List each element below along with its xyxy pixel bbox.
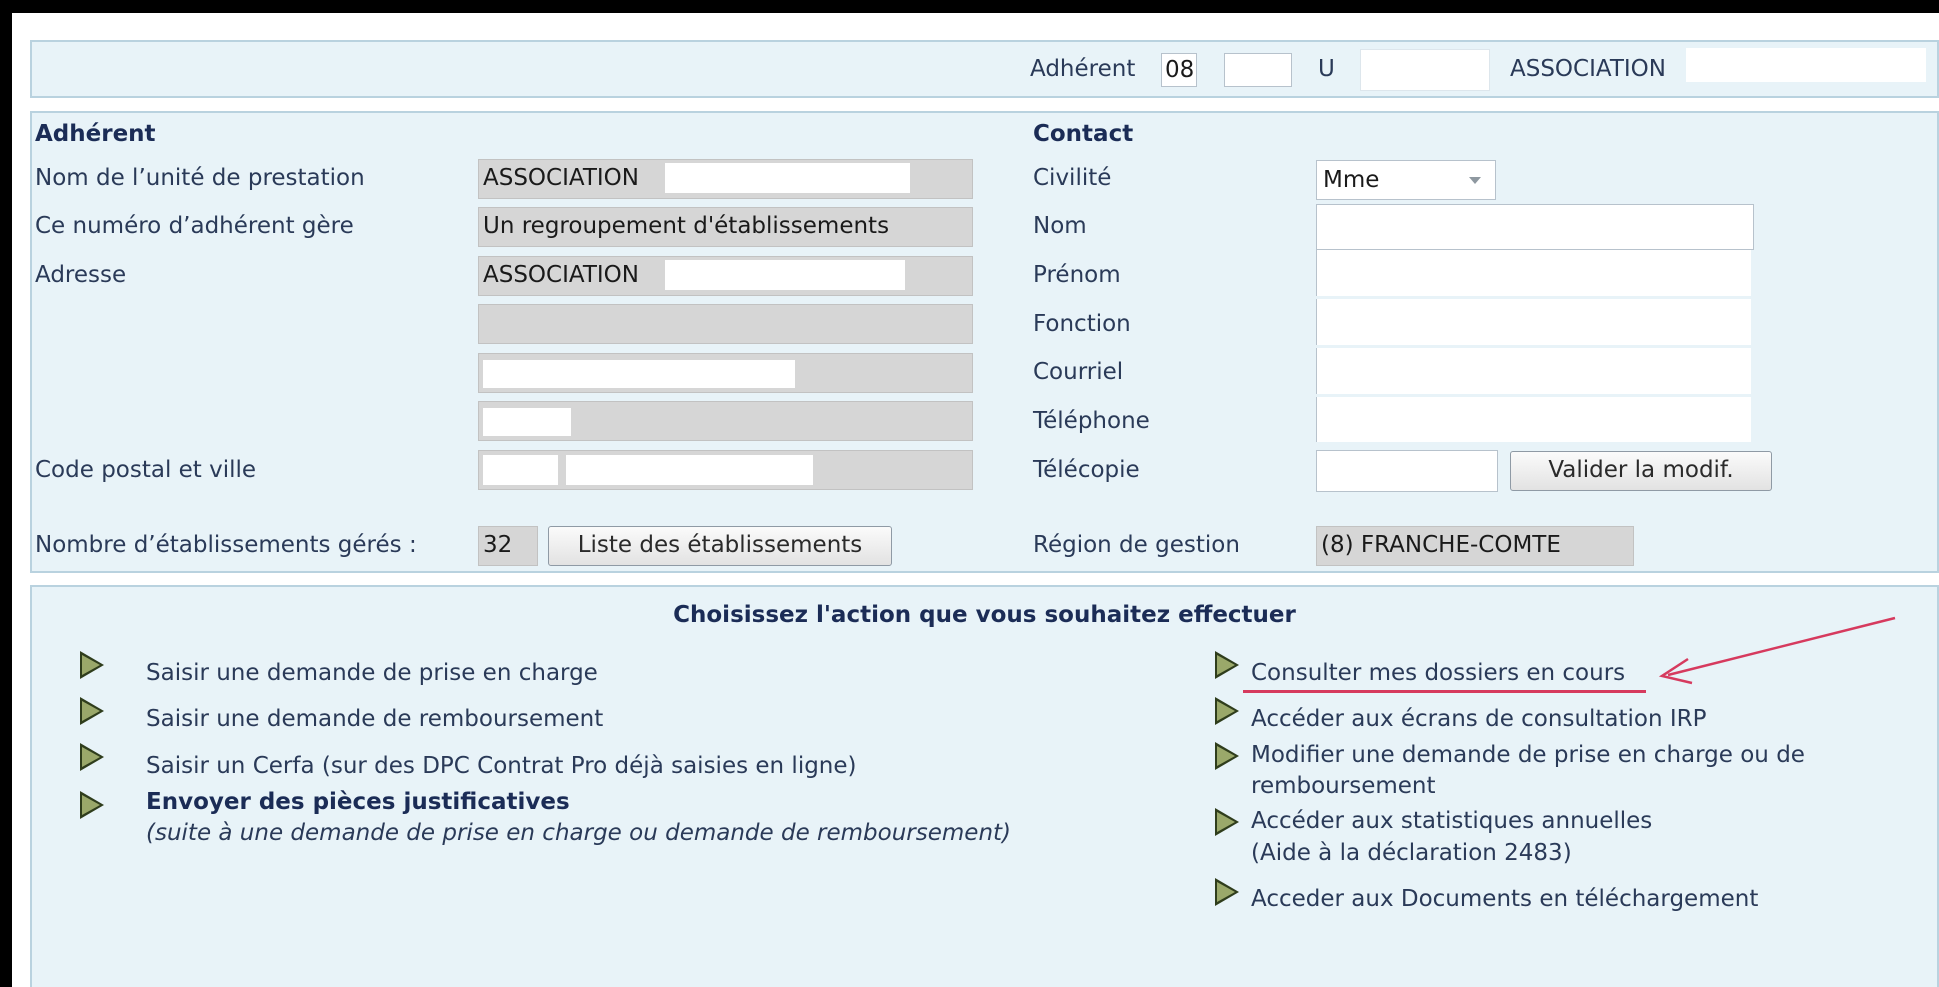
contact-nom-label: Nom [1033,213,1087,239]
contact-courriel-label: Courriel [1033,359,1124,385]
action-remboursement[interactable]: Saisir une demande de remboursement [146,704,603,734]
region-value: (8) FRANCHE-COMTE [1316,526,1634,566]
contact-nom-field[interactable] [1316,204,1754,250]
code-postal-redacted [483,455,558,485]
nom-unite-redacted [665,163,910,193]
contact-telecopie-field[interactable] [1316,450,1498,492]
gere-label: Ce numéro d’adhérent gère [35,213,354,239]
topbar-adherent-label: Adhérent [1030,56,1136,82]
actions-title: Choisissez l'action que vous souhaitez e… [673,602,1296,628]
action-cerfa[interactable]: Saisir un Cerfa (sur des DPC Contrat Pro… [146,751,857,781]
nom-unite-label: Nom de l’unité de prestation [35,165,365,191]
action-prise-en-charge[interactable]: Saisir une demande de prise en charge [146,658,598,688]
region-label: Région de gestion [1033,532,1240,558]
action-documents[interactable]: Acceder aux Documents en téléchargement [1251,884,1758,914]
topbar-u-label: U [1318,56,1335,82]
action-statistiques[interactable]: Accéder aux statistiques annuelles [1251,806,1652,836]
adresse-label: Adresse [35,262,127,288]
civilite-select[interactable]: Mme [1316,160,1496,200]
contact-telecopie-label: Télécopie [1033,457,1140,483]
contact-prenom-label: Prénom [1033,262,1121,288]
annotation-underline [1243,690,1646,693]
nb-etablissements-label: Nombre d’établissements gérés : [35,532,417,558]
chevron-down-icon [1469,177,1481,184]
civilite-label: Civilité [1033,165,1112,191]
contact-fonction-field[interactable] [1316,299,1751,345]
contact-courriel-field[interactable] [1316,348,1751,394]
actions-panel [30,585,1939,987]
contact-telephone-label: Téléphone [1033,408,1150,434]
action-statistiques-subtitle: (Aide à la déclaration 2483) [1251,840,1572,866]
topbar-association-redacted [1686,48,1926,82]
contact-prenom-field[interactable] [1316,250,1751,296]
adherent-number-field[interactable] [1224,53,1292,87]
adherent-code-field[interactable]: 08 [1161,53,1197,87]
gere-field: Un regroupement d'établissements [478,207,973,247]
topbar-association: ASSOCIATION [1510,56,1666,82]
nb-etablissements-value: 32 [478,526,538,566]
contact-section-title: Contact [1033,121,1134,147]
u-field[interactable] [1360,49,1490,91]
adresse-value: ASSOCIATION [483,262,639,288]
adresse-line-2 [478,304,973,344]
adherent-section-title: Adhérent [35,121,156,147]
action-modifier-demande-line2[interactable]: remboursement [1251,771,1436,801]
adresse-line-1-redacted [665,260,905,290]
action-consulter-dossiers[interactable]: Consulter mes dossiers en cours [1251,658,1625,688]
action-envoyer-pieces[interactable]: Envoyer des pièces justificatives [146,787,570,817]
ville-redacted [566,455,813,485]
liste-etablissements-button[interactable]: Liste des établissements [548,526,892,566]
adresse-line-4-redacted [483,408,571,436]
action-envoyer-pieces-subtitle: (suite à une demande de prise en charge … [146,820,1012,846]
contact-fonction-label: Fonction [1033,311,1131,337]
action-consultation-irp[interactable]: Accéder aux écrans de consultation IRP [1251,704,1707,734]
valider-modif-button[interactable]: Valider la modif. [1510,451,1772,491]
contact-telephone-field[interactable] [1316,397,1751,442]
action-modifier-demande[interactable]: Modifier une demande de prise en charge … [1251,740,1805,770]
civilite-value: Mme [1323,167,1380,193]
nom-unite-value: ASSOCIATION [483,165,639,191]
code-postal-label: Code postal et ville [35,457,257,483]
adresse-line-3-redacted [483,360,795,388]
